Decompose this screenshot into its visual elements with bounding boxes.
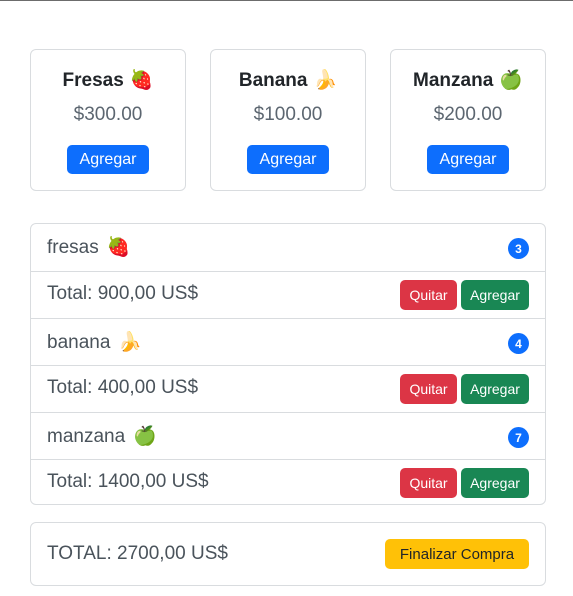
cart-item-row: banana 🍌 4 (31, 318, 545, 365)
banana-icon: 🍌 (313, 70, 338, 91)
cart-item-label: manzana (47, 426, 126, 447)
cart-item-name: manzana 🍏 (47, 424, 157, 448)
product-grid: Fresas 🍓 $300.00 Agregar Banana 🍌 $100.00 … (30, 49, 546, 191)
green-apple-icon: 🍏 (499, 70, 523, 91)
product-price: $200.00 (433, 104, 503, 125)
product-title: Banana 🍌 (211, 68, 365, 92)
cart-item-name: fresas 🍓 (47, 235, 130, 259)
cart-item-actions: Quitar Agregar (400, 280, 529, 310)
strawberry-icon: 🍓 (106, 237, 131, 258)
remove-fresas-button[interactable]: Quitar (400, 280, 457, 310)
cart-item-total: Total: 1400,00 US$ (47, 471, 209, 492)
quantity-badge: 4 (508, 333, 529, 354)
checkout-button[interactable]: Finalizar Compra (385, 539, 529, 569)
grand-total: TOTAL: 2700,00 US$ (47, 543, 228, 564)
add-fresas-cart-button[interactable]: Agregar (461, 280, 529, 310)
green-apple-icon: 🍏 (133, 426, 157, 447)
cart-item-label: banana (47, 332, 111, 353)
remove-manzana-button[interactable]: Quitar (400, 468, 457, 498)
product-title: Fresas 🍓 (31, 68, 185, 92)
product-name: Manzana (413, 70, 494, 91)
add-manzana-cart-button[interactable]: Agregar (461, 468, 529, 498)
strawberry-icon: 🍓 (129, 70, 154, 91)
cart-item-actions: Quitar Agregar (400, 468, 529, 498)
product-name: Fresas (62, 70, 124, 91)
cart-item-total: Total: 900,00 US$ (47, 283, 199, 304)
add-manzana-button[interactable]: Agregar (427, 145, 509, 174)
cart-item-name: banana 🍌 (47, 330, 142, 354)
cart-summary: TOTAL: 2700,00 US$ Finalizar Compra (30, 522, 546, 586)
banana-icon: 🍌 (118, 332, 143, 353)
product-name: Banana (238, 70, 308, 91)
cart-item-total: Total: 400,00 US$ (47, 377, 199, 398)
remove-banana-button[interactable]: Quitar (400, 374, 457, 404)
product-price: $300.00 (73, 104, 143, 125)
cart-item-total-row: Total: 1400,00 US$ Quitar Agregar (31, 459, 545, 504)
cart-item-row: manzana 🍏 7 (31, 412, 545, 459)
product-card-manzana: Manzana 🍏 $200.00 Agregar (390, 49, 546, 191)
cart-item-row: fresas 🍓 3 (31, 224, 545, 271)
product-price: $100.00 (253, 104, 323, 125)
cart-item-total-row: Total: 400,00 US$ Quitar Agregar (31, 365, 545, 412)
product-card-banana: Banana 🍌 $100.00 Agregar (210, 49, 366, 191)
cart-item-actions: Quitar Agregar (400, 374, 529, 404)
quantity-badge: 7 (508, 427, 529, 448)
quantity-badge: 3 (508, 238, 529, 259)
add-fresas-button[interactable]: Agregar (67, 145, 149, 174)
cart-item-label: fresas (47, 237, 99, 258)
product-card-fresas: Fresas 🍓 $300.00 Agregar (30, 49, 186, 191)
add-banana-button[interactable]: Agregar (247, 145, 329, 174)
product-title: Manzana 🍏 (391, 68, 545, 92)
add-banana-cart-button[interactable]: Agregar (461, 374, 529, 404)
cart-list: fresas 🍓 3 Total: 900,00 US$ Quitar Agreg… (30, 223, 546, 505)
top-divider (0, 0, 573, 1)
cart-item-total-row: Total: 900,00 US$ Quitar Agregar (31, 271, 545, 318)
